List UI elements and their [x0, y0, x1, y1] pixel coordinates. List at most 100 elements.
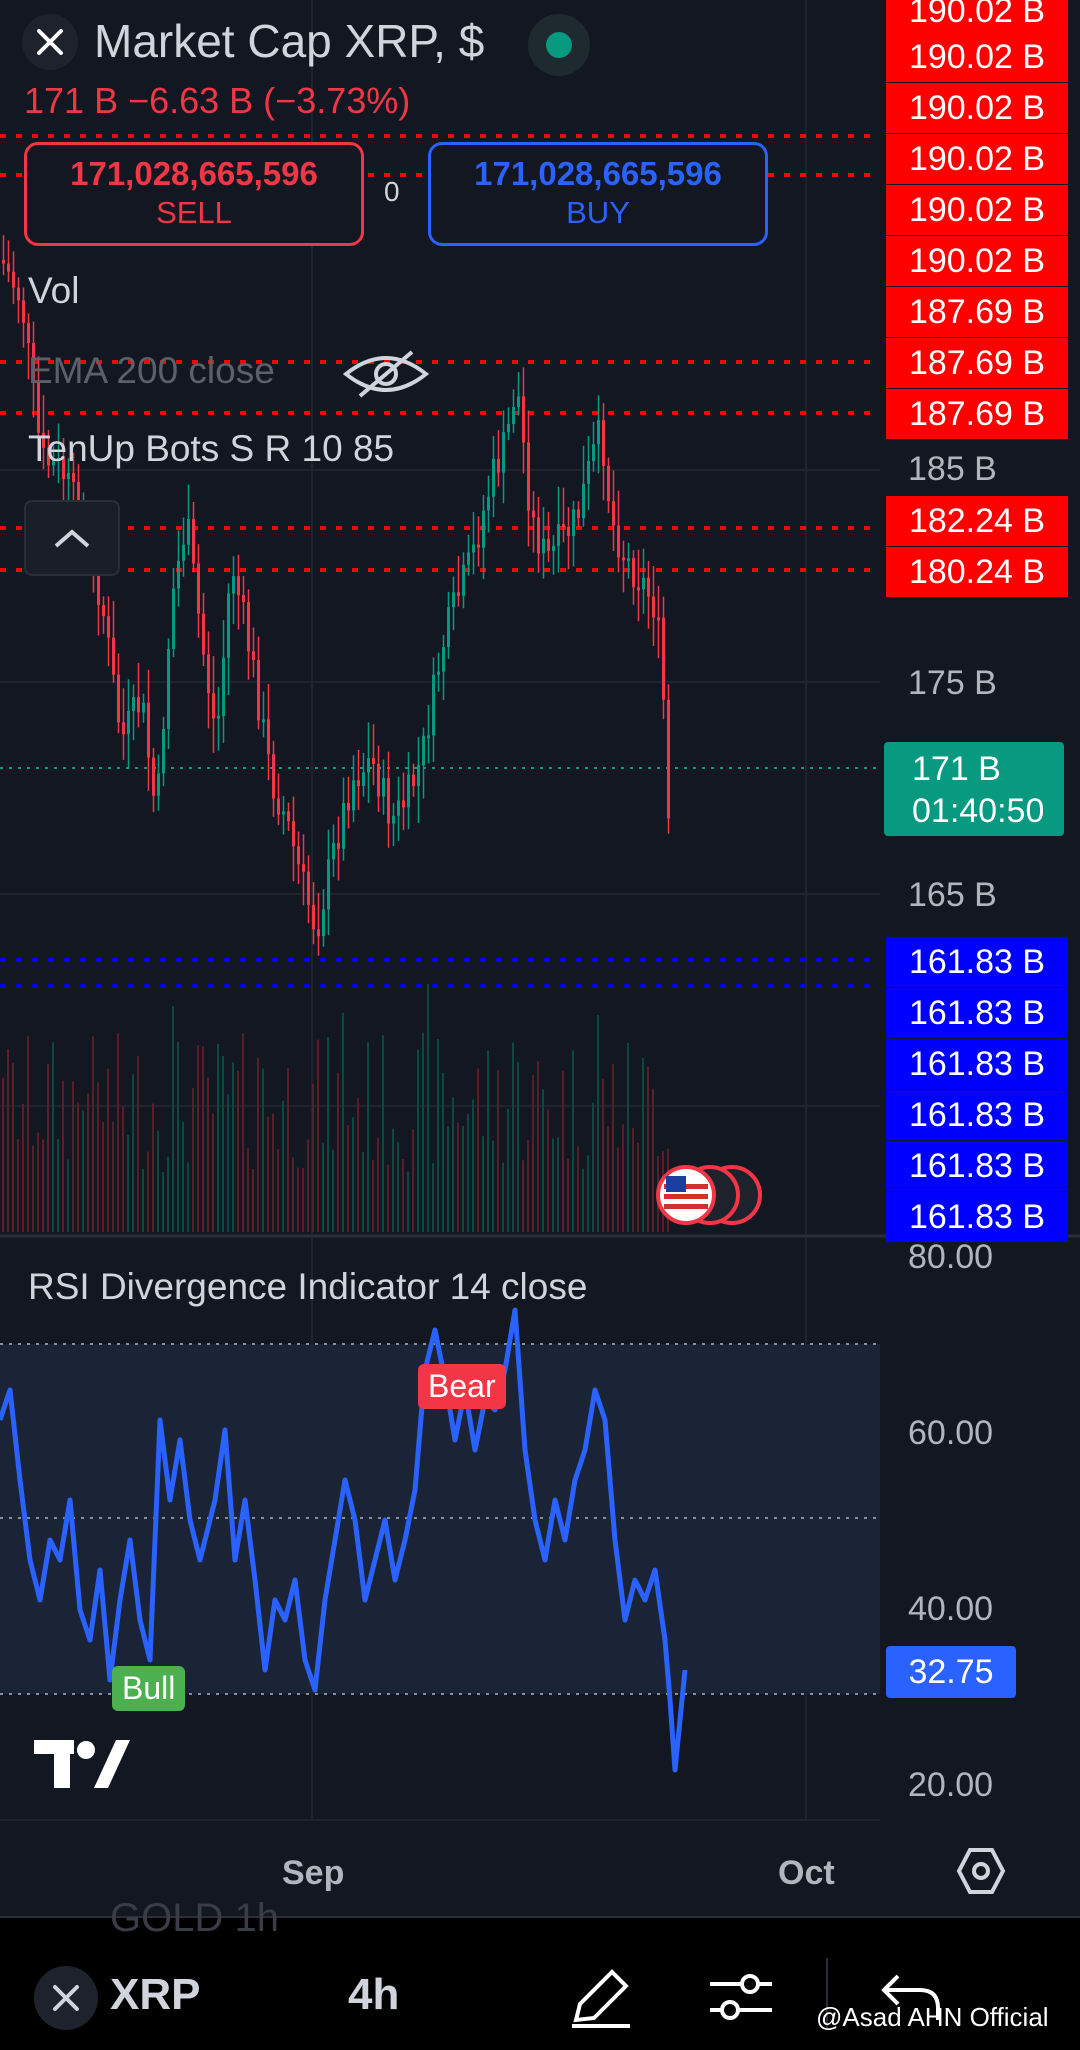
candle-body [142, 702, 145, 713]
candle-body [597, 420, 600, 445]
candle-body [402, 800, 405, 808]
volume-bar [277, 1149, 279, 1232]
candle-body [122, 722, 125, 735]
candle-body [437, 671, 440, 675]
volume-bar [232, 1062, 234, 1232]
tradingview-logo [34, 1740, 130, 1788]
volume-bar [582, 1168, 584, 1232]
sell-button[interactable]: 171,028,665,596 SELL [24, 142, 364, 246]
close-chart-button[interactable] [22, 14, 78, 70]
volume-bar [437, 1039, 439, 1232]
candle-body [567, 526, 570, 537]
volume-bar [392, 1128, 394, 1232]
volume-bar [547, 1109, 549, 1232]
candle-body [362, 772, 365, 787]
eye-off-icon[interactable] [340, 346, 432, 402]
flag-us-icon[interactable] [654, 1162, 764, 1228]
symbol-button[interactable]: XRP [110, 1970, 200, 2020]
volume-bar [122, 1106, 124, 1232]
current-price: 171 B [912, 750, 1001, 788]
symbol-title[interactable]: Market Cap XRP, $ [94, 14, 484, 68]
timeframe-button[interactable]: 4h [348, 1970, 399, 2020]
volume-bar [587, 1155, 589, 1232]
scroll-ghost-text: GOLD 1h [110, 1896, 279, 1940]
volume-bar [617, 1147, 619, 1232]
indicator-vol[interactable]: Vol [28, 270, 79, 312]
candle-body [337, 843, 340, 849]
current-price-label: 171 B 01:40:50 [884, 742, 1064, 836]
candle-body [627, 558, 630, 562]
resistance-label: 190.02 B [886, 134, 1068, 184]
candle-body [507, 423, 510, 433]
candle-body [242, 595, 245, 603]
candle-body [487, 496, 490, 511]
candle-body [377, 763, 380, 797]
volume-bar [352, 1117, 354, 1232]
resistance-label: 190.02 B [886, 32, 1068, 82]
indicator-ema[interactable]: EMA 200 close [28, 350, 275, 392]
volume-bar [217, 1043, 219, 1232]
buy-button[interactable]: 171,028,665,596 BUY [428, 142, 768, 246]
candle-body [147, 702, 150, 758]
candle-body [472, 544, 475, 553]
candle-body [642, 577, 645, 590]
volume-bar [112, 1121, 114, 1232]
volume-bar [312, 1084, 314, 1232]
candle-body [577, 509, 580, 519]
candle-body [497, 458, 500, 473]
candle-body [17, 287, 20, 301]
volume-bar [622, 1124, 624, 1232]
gear-icon[interactable] [956, 1846, 1006, 1896]
volume-bar [132, 1074, 134, 1232]
bull-divergence-badge: Bull [112, 1666, 186, 1711]
candle-body [517, 396, 520, 407]
candle-body [457, 592, 460, 596]
volume-bar [567, 1158, 569, 1232]
volume-bar [22, 1103, 24, 1232]
volume-bar [402, 1158, 404, 1232]
volume-bar [102, 1121, 104, 1232]
resistance-label: 182.24 B [886, 496, 1068, 546]
indicator-tenup[interactable]: TenUp Bots S R 10 85 [28, 428, 394, 470]
candle-body [347, 803, 350, 811]
volume-bar [362, 1152, 364, 1232]
pencil-icon[interactable] [566, 1962, 636, 2032]
collapse-indicators-button[interactable] [24, 500, 120, 576]
rsi-title[interactable]: RSI Divergence Indicator 14 close [28, 1266, 587, 1308]
candle-body [292, 821, 295, 847]
volume-bar [172, 1006, 174, 1232]
volume-bar [7, 1048, 9, 1232]
close-symbol-button[interactable] [34, 1966, 98, 2030]
time-label: Sep [282, 1854, 345, 1892]
buy-price: 171,028,665,596 [474, 155, 722, 192]
volume-bar [562, 1070, 564, 1232]
volume-bar [527, 1139, 529, 1232]
volume-bar [177, 1041, 179, 1232]
candle-body [637, 587, 640, 591]
sliders-icon[interactable] [706, 1962, 776, 2032]
candle-body [412, 774, 415, 787]
volume-bar [502, 1162, 504, 1232]
volume-bar [67, 1159, 69, 1232]
candle-body [407, 774, 410, 808]
candle-body [562, 524, 565, 528]
volume-bar [87, 1093, 89, 1232]
candle-body [262, 719, 265, 723]
volume-bar [522, 1160, 524, 1232]
bar-countdown: 01:40:50 [912, 792, 1045, 830]
candle-body [332, 843, 335, 860]
volume-bar [477, 1068, 479, 1232]
volume-bar [212, 1113, 214, 1232]
candle-body [167, 648, 170, 729]
volume-bar [407, 1171, 409, 1232]
volume-bar [627, 1042, 629, 1232]
candle-body [102, 605, 105, 617]
volume-bar [447, 1126, 449, 1232]
volume-bar [542, 1089, 544, 1232]
candle-body [327, 859, 330, 910]
volume-bar [377, 1137, 379, 1232]
volume-bar [197, 1045, 199, 1232]
candle-body [432, 674, 435, 736]
price-change: 171 B −6.63 B (−3.73%) [24, 80, 411, 121]
candle-body [542, 538, 545, 554]
